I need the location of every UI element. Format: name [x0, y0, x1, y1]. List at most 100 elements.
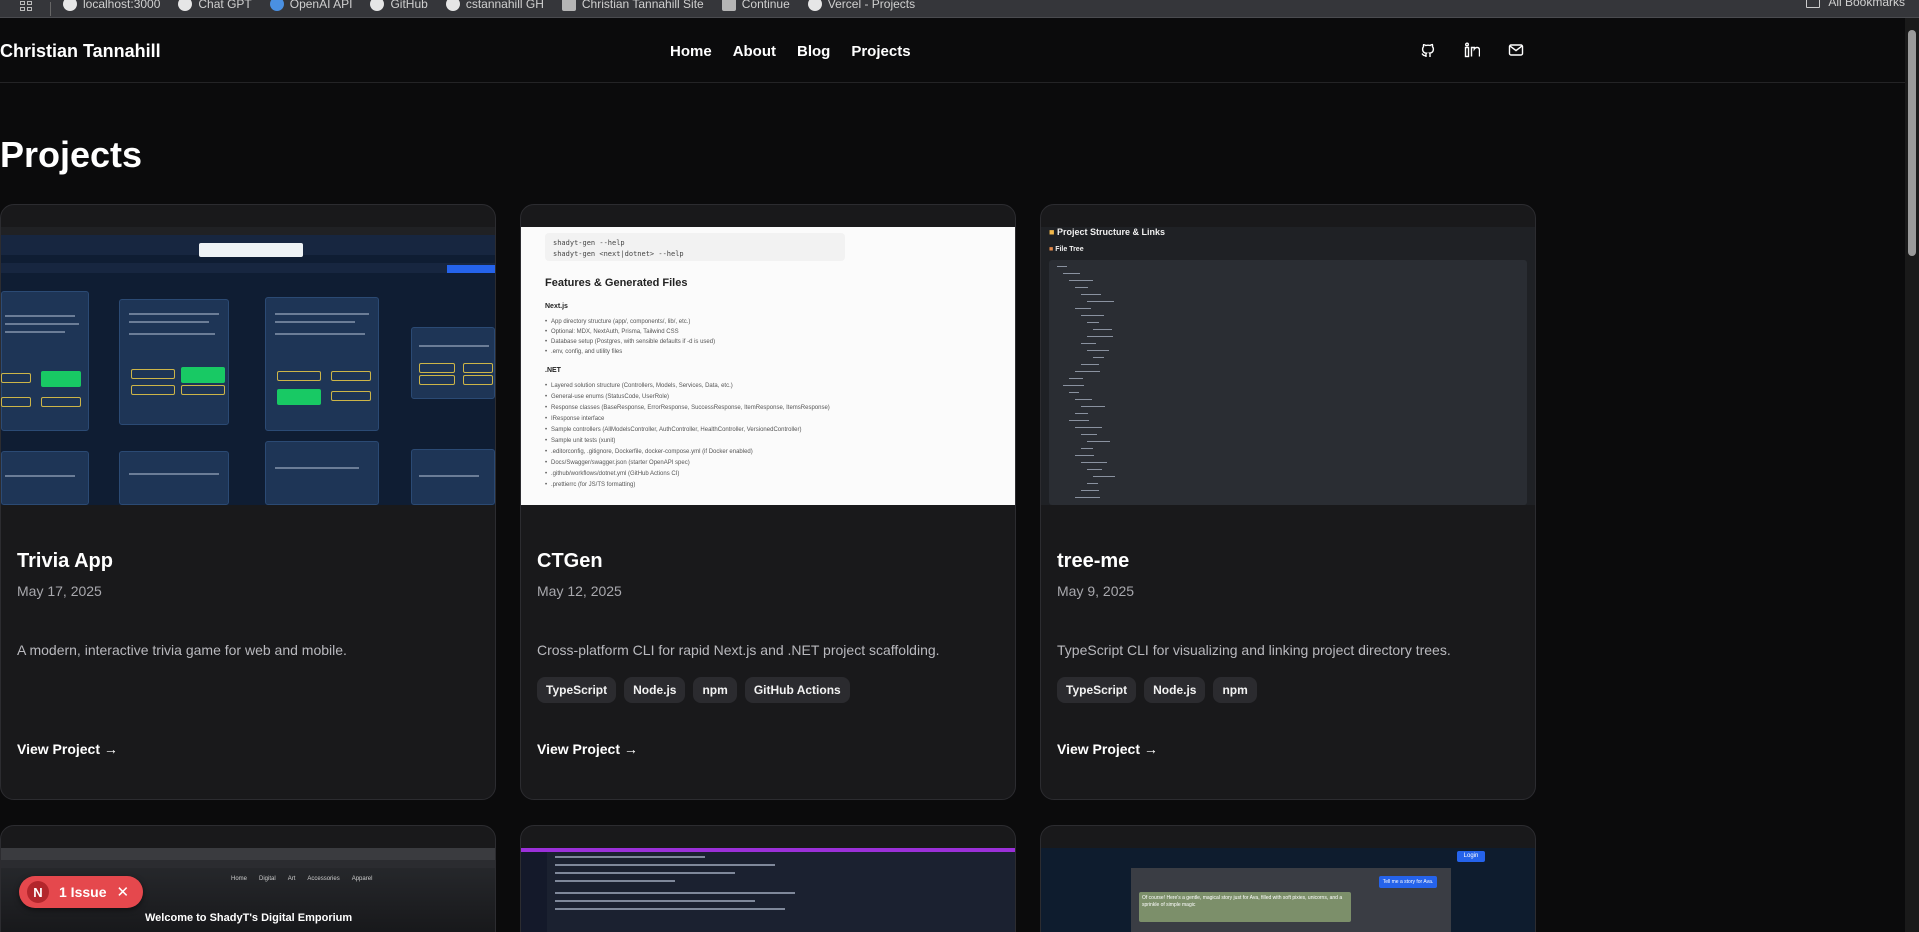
bookmarks-bar: localhost:3000 Chat GPT OpenAI API GitHub cs…: [0, 0, 1919, 18]
project-date: May 9, 2025: [1057, 583, 1135, 599]
tree-line: [1075, 413, 1088, 414]
project-card-admin[interactable]: [520, 825, 1016, 932]
tree-line: [1075, 399, 1092, 400]
github-icon: [63, 0, 77, 11]
tag-github-actions: GitHub Actions: [744, 677, 850, 703]
project-title[interactable]: Trivia App: [17, 550, 113, 573]
bookmark-item[interactable]: Vercel - Projects: [807, 0, 915, 11]
bookmark-item[interactable]: Christian Tannahill Site: [561, 0, 704, 11]
page-icon: [561, 0, 576, 11]
tree-line: [1075, 308, 1091, 309]
tag-nodejs: Node.js: [624, 677, 686, 703]
tree-line: [1081, 406, 1105, 407]
vercel-icon: [807, 0, 822, 11]
tag-list: TypeScript Node.js npm GitHub Actions: [537, 677, 850, 703]
tree-line: [1063, 385, 1084, 386]
github-icon: [445, 0, 460, 11]
nav-projects[interactable]: Projects: [851, 43, 910, 60]
bookmark-item[interactable]: GitHub: [370, 0, 428, 11]
tree-line: [1081, 294, 1101, 295]
view-project-link[interactable]: View Project →: [17, 741, 118, 757]
close-icon[interactable]: ✕: [116, 883, 129, 901]
tree-line: [1075, 287, 1088, 288]
folder-icon: [1806, 0, 1821, 8]
nav-blog[interactable]: Blog: [797, 43, 830, 60]
project-title[interactable]: tree-me: [1057, 550, 1129, 573]
project-title[interactable]: CTGen: [537, 550, 603, 573]
openai-icon: [269, 0, 284, 11]
bookmark-item[interactable]: OpenAI API: [269, 0, 352, 11]
tree-preview-title: ■ Project Structure & Links: [1049, 227, 1165, 237]
tree-line: [1069, 392, 1079, 393]
tree-line: [1087, 441, 1110, 442]
tree-line: [1063, 273, 1080, 274]
bookmark-item[interactable]: Continue: [721, 0, 790, 11]
all-bookmarks[interactable]: All Bookmarks: [1806, 0, 1905, 9]
tree-line: [1087, 301, 1114, 302]
scrollbar-thumb[interactable]: [1908, 30, 1916, 256]
main-nav: Home About Blog Projects: [670, 43, 911, 60]
page-scrollbar[interactable]: [1905, 18, 1919, 932]
tree-line: [1081, 434, 1097, 435]
tag-nodejs: Node.js: [1144, 677, 1206, 703]
tree-line: [1075, 371, 1100, 372]
tree-line: [1081, 490, 1099, 491]
folder-icon: ■: [1049, 227, 1055, 237]
tree-line: [1081, 462, 1107, 463]
linkedin-icon[interactable]: [1464, 42, 1480, 58]
openai-icon: [178, 0, 193, 11]
view-project-link[interactable]: View Project →: [537, 741, 638, 757]
github-icon: [370, 0, 385, 11]
tree-line: [1087, 469, 1102, 470]
tag-typescript: TypeScript: [537, 677, 617, 703]
apps-icon[interactable]: [20, 0, 34, 11]
tree-line: [1075, 455, 1094, 456]
bookmark-divider: [50, 1, 51, 16]
site-brand[interactable]: Christian Tannahill: [0, 41, 161, 62]
issue-badge[interactable]: N 1 Issue ✕: [19, 876, 144, 908]
project-card-ctgen[interactable]: shadyt-gen --help shadyt-gen <next|dotne…: [520, 204, 1016, 800]
project-card-tree-me[interactable]: ■ Project Structure & Links ■ File Tree …: [1040, 204, 1536, 800]
tree-line: [1081, 448, 1093, 449]
trivia-screenshot: [1, 227, 495, 505]
tree-preview-subtitle: ■ File Tree: [1049, 246, 1084, 253]
view-project-link[interactable]: View Project →: [1057, 741, 1158, 757]
tree-line: [1081, 343, 1096, 344]
project-description: A modern, interactive trivia game for we…: [17, 642, 347, 658]
nav-about[interactable]: About: [733, 43, 776, 60]
admin-screenshot: [521, 852, 1015, 932]
social-links: [1420, 42, 1524, 58]
tree-line: [1075, 427, 1102, 428]
project-description: Cross-platform CLI for rapid Next.js and…: [537, 642, 940, 658]
tree-line: [1087, 483, 1098, 484]
tree-line: [1069, 420, 1089, 421]
tag-list: TypeScript Node.js npm: [1057, 677, 1257, 703]
page-title: Projects: [0, 134, 143, 175]
site-header: Christian Tannahill Home About Blog Proj…: [0, 18, 1905, 83]
mail-icon[interactable]: [1508, 42, 1524, 58]
bookmark-list: localhost:3000 Chat GPT OpenAI API GitHub cs…: [63, 0, 915, 11]
file-tree-icon: ■: [1049, 246, 1054, 253]
github-icon[interactable]: [1420, 42, 1436, 58]
project-description: TypeScript CLI for visualizing and linki…: [1057, 642, 1451, 658]
story-screenshot: Login Tell me a story for Ava. Of course…: [1041, 848, 1535, 932]
project-date: May 17, 2025: [17, 583, 102, 599]
file-tree-pane: [1049, 260, 1527, 505]
tree-line: [1057, 266, 1067, 267]
tree-line: [1093, 357, 1104, 358]
nav-home[interactable]: Home: [670, 43, 712, 60]
bookmark-item[interactable]: localhost:3000: [63, 0, 160, 11]
tag-typescript: TypeScript: [1057, 677, 1137, 703]
project-card-story[interactable]: Login Tell me a story for Ava. Of course…: [1040, 825, 1536, 932]
bookmark-item[interactable]: Chat GPT: [178, 0, 252, 11]
tree-line: [1081, 315, 1104, 316]
tree-line: [1075, 497, 1100, 498]
tree-line: [1087, 350, 1109, 351]
shop-nav: Home Digital Art Accessories Apparel: [231, 876, 373, 882]
tree-me-screenshot: ■ Project Structure & Links ■ File Tree: [1041, 227, 1535, 505]
tree-line: [1087, 336, 1113, 337]
tree-line: [1093, 329, 1112, 330]
ctgen-screenshot: shadyt-gen --help shadyt-gen <next|dotne…: [521, 227, 1015, 505]
project-card-trivia[interactable]: Trivia App May 17, 2025 A modern, intera…: [0, 204, 496, 800]
bookmark-item[interactable]: cstannahill GH: [445, 0, 544, 11]
